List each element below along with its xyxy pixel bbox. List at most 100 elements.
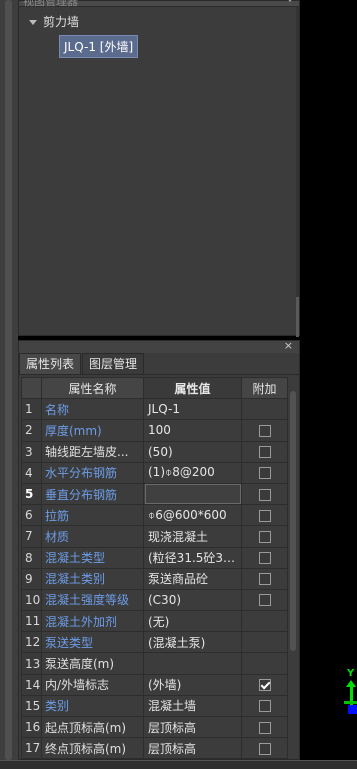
table-row[interactable]: 16 起点顶标高(m) 层顶标高 [21,715,288,739]
table-row[interactable]: 13 泵送高度(m) [21,652,288,675]
add-checkbox[interactable] [258,573,271,586]
tree-leaf-selected[interactable]: JLQ-1 [外墙] [59,35,139,58]
property-scrollbar[interactable] [290,391,296,651]
property-value[interactable]: 现浇混凝土 [143,525,242,548]
property-value[interactable]: 混凝土墙 [143,694,242,718]
table-row[interactable]: 14 内/外墙标志 (外墙) [21,673,288,696]
row-index: 16 [21,715,42,739]
tree-node-shear-wall[interactable]: 剪力墙 [29,13,79,30]
table-row[interactable]: 12 泵送类型 (混凝土泵) [21,631,288,654]
property-name: 拉筋 [41,504,144,527]
property-name: 内/外墙标志 [41,673,144,696]
table-row[interactable]: 8 混凝土类型 (粒径31.5砼32.... [21,546,288,569]
property-value[interactable]: 层顶标高 [143,737,242,760]
property-value[interactable]: (C30) [143,588,242,612]
col-header-value[interactable]: 属性值 [143,376,242,400]
row-index: 12 [21,631,42,654]
property-value[interactable]: 泵送商品砼 [143,567,242,590]
add-checkbox[interactable] [258,446,271,459]
table-row[interactable]: 1 名称 JLQ-1 [21,398,288,421]
property-value[interactable]: 层顶标高 [143,715,242,739]
property-value[interactable]: JLQ-1 [143,398,242,421]
tab-property-list[interactable]: 属性列表 [19,353,82,374]
table-row[interactable]: 17 终点顶标高(m) 层顶标高 [21,737,288,760]
table-row[interactable]: 4 水平分布钢筋 (1)⌽8@200 [21,461,288,484]
add-checkbox[interactable] [258,700,271,713]
property-value[interactable]: ⌽6@600*600 [143,504,242,527]
property-value[interactable]: (粒径31.5砼32.... [143,546,242,569]
status-bar [0,760,357,769]
close-icon[interactable]: × [284,339,293,353]
y-axis-label: Y [347,668,355,679]
property-value[interactable]: 100 [143,419,242,442]
property-value[interactable]: (外墙) [143,673,242,696]
add-checkbox[interactable] [258,679,271,692]
table-row[interactable]: 6 拉筋 ⌽6@600*600 [21,504,288,527]
panel-tabs: 属性列表 图层管理 [19,353,299,375]
property-name: 混凝土外加剂 [41,610,144,633]
left-dock-strip [0,0,18,760]
row-index: 15 [21,694,42,718]
add-checkbox[interactable] [258,721,271,734]
add-checkbox[interactable] [258,488,271,501]
add-checkbox[interactable] [258,530,271,543]
property-name: 轴线距左墙皮... [41,440,144,463]
property-value[interactable]: (无) [143,610,242,633]
table-row[interactable]: 2 厚度(mm) 100 [21,419,288,442]
tree-header: 视图管理器 [19,0,299,8]
add-cell [241,546,288,569]
add-cell [241,588,288,612]
col-header-name[interactable]: 属性名称 [41,376,144,400]
table-row[interactable]: 7 材质 现浇混凝土 [21,525,288,548]
col-header-index [21,376,42,400]
add-checkbox[interactable] [258,594,271,607]
row-index: 1 [21,398,42,421]
table-row[interactable]: 11 混凝土外加剂 (无) [21,610,288,633]
add-checkbox[interactable] [258,424,271,437]
tree-scroll-thumb[interactable] [296,297,299,337]
expand-triangle-icon[interactable] [29,19,37,25]
col-header-add[interactable]: 附加 [241,376,288,400]
property-name: 类别 [41,694,144,718]
table-row[interactable]: 9 混凝土类别 泵送商品砼 [21,567,288,590]
property-name: 垂直分布钢筋 [41,482,144,506]
tree-scrollbar[interactable] [296,7,299,337]
property-value[interactable]: (1)⌽8@200 [143,461,242,484]
table-row[interactable]: 15 类别 混凝土墙 [21,694,288,718]
tab-layer-management[interactable]: 图层管理 [82,353,145,374]
property-name: 水平分布钢筋 [41,461,144,484]
property-value[interactable]: (混凝土泵) [143,631,242,654]
component-tree-panel: 视图管理器 剪力墙 JLQ-1 [外墙] [18,0,300,337]
property-value-input[interactable] [143,482,242,506]
row-index: 10 [21,588,42,612]
add-checkbox[interactable] [258,742,271,755]
property-name: 泵送类型 [41,631,144,654]
tree-node-label: 剪力墙 [43,15,80,29]
chevron-down-icon[interactable] [287,0,293,4]
add-cell [241,461,288,484]
axis-gizmo: Y [340,668,357,718]
property-name: 厚度(mm) [41,419,144,442]
add-checkbox[interactable] [258,552,271,565]
property-value[interactable] [143,652,242,675]
row-index: 13 [21,652,42,675]
add-cell [241,504,288,527]
row-index: 7 [21,525,42,548]
add-cell [241,567,288,590]
left-scrollbar[interactable] [5,0,12,760]
x-axis-line [344,701,357,704]
property-value[interactable]: (50) [143,440,242,463]
row-index: 14 [21,673,42,696]
row-index: 17 [21,737,42,760]
property-name: 泵送高度(m) [41,652,144,675]
add-checkbox[interactable] [258,509,271,522]
add-cell [241,419,288,442]
add-cell [241,610,288,633]
table-row[interactable]: 10 混凝土强度等级 (C30) [21,588,288,612]
add-cell [241,525,288,548]
table-row[interactable]: 3 轴线距左墙皮... (50) [21,440,288,463]
row-index: 6 [21,504,42,527]
add-cell [241,482,288,506]
table-row[interactable]: 5 垂直分布钢筋 [21,482,288,506]
add-checkbox[interactable] [258,467,271,480]
